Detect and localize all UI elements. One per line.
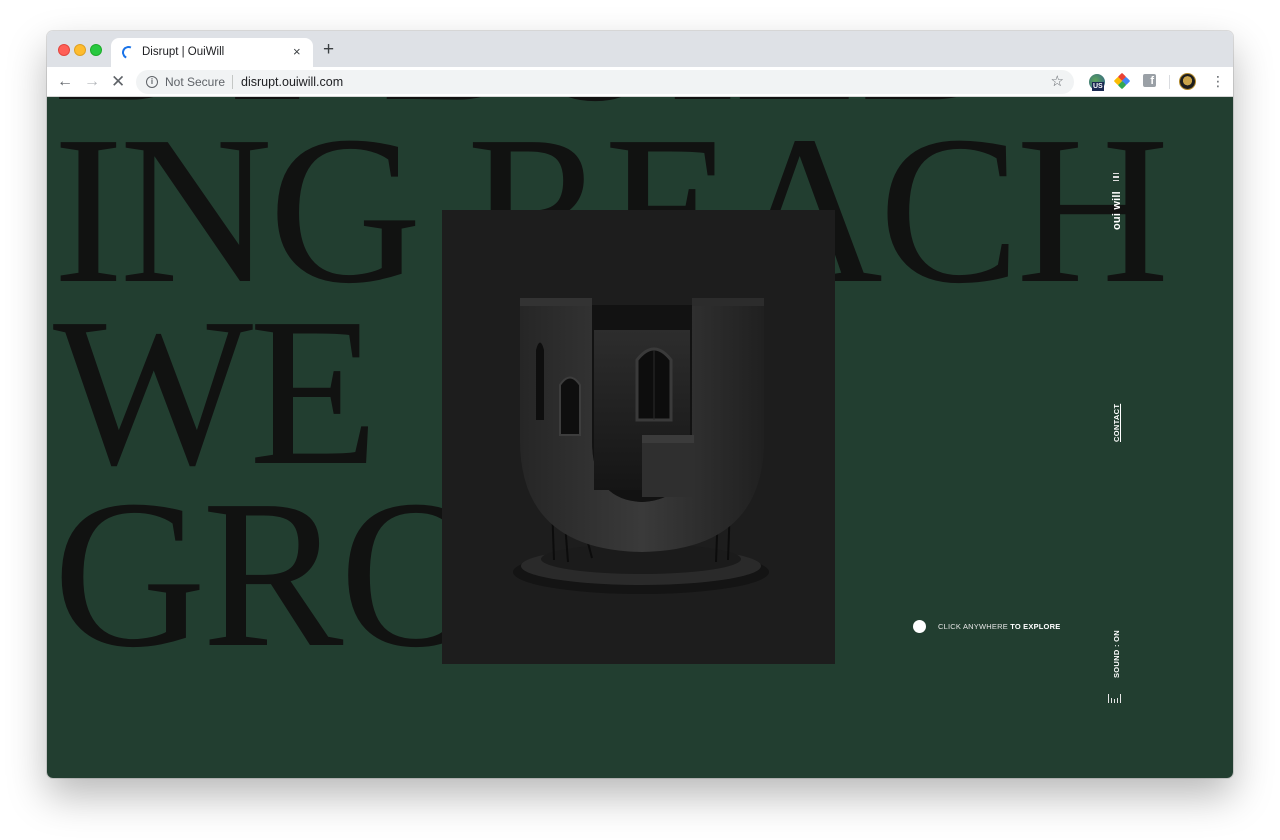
toolbar-separator — [1169, 75, 1170, 89]
menu-icon[interactable] — [1113, 173, 1119, 181]
url-text[interactable]: disrupt.ouiwill.com — [241, 75, 343, 89]
site-logo[interactable]: oui will — [1111, 191, 1123, 230]
pinwheel-extension-icon[interactable] — [1113, 72, 1131, 90]
page-viewport[interactable]: BY BUILD- ING REACH WE GROW — [47, 97, 1233, 778]
minimize-window-button[interactable] — [74, 44, 86, 56]
explore-text: CLICK ANYWHERE TO EXPLORE — [938, 622, 1060, 631]
explore-prefix: CLICK ANYWHERE — [938, 622, 1008, 631]
new-tab-button[interactable]: + — [323, 40, 334, 60]
info-icon[interactable]: i — [146, 76, 158, 88]
contact-link[interactable]: CONTACT — [1112, 404, 1121, 442]
sound-toggle[interactable]: SOUND : ON — [1112, 630, 1121, 678]
loading-spinner-icon — [120, 44, 137, 61]
star-icon[interactable]: ☆ — [1051, 72, 1064, 90]
browser-window: Disrupt | OuiWill × + ← → ✕ i Not Secure… — [47, 31, 1233, 778]
sound-wave-icon[interactable] — [1108, 694, 1122, 703]
tab-strip: Disrupt | OuiWill × + — [47, 31, 1233, 67]
cursor-dot-icon — [913, 620, 926, 633]
hero-artwork[interactable] — [442, 210, 835, 664]
globe-extension-icon[interactable]: US — [1089, 74, 1105, 91]
close-tab-icon[interactable]: × — [293, 44, 301, 60]
address-separator — [232, 75, 233, 89]
kebab-menu-icon[interactable]: ⋮ — [1211, 72, 1225, 90]
close-window-button[interactable] — [58, 44, 70, 56]
explore-emphasis: TO EXPLORE — [1010, 622, 1061, 631]
zoom-window-button[interactable] — [90, 44, 102, 56]
tab-disrupt[interactable]: Disrupt | OuiWill × — [111, 38, 313, 67]
security-label[interactable]: Not Secure — [165, 75, 225, 89]
u-sculpture-image — [513, 298, 769, 594]
stop-icon[interactable]: ✕ — [111, 72, 125, 92]
avatar[interactable] — [1179, 73, 1196, 90]
browser-toolbar: ← → ✕ i Not Secure disrupt.ouiwill.com ☆… — [47, 67, 1233, 97]
tab-title: Disrupt | OuiWill — [142, 46, 225, 58]
back-arrow-icon[interactable]: ← — [57, 72, 73, 92]
facebook-extension-icon[interactable]: f — [1143, 74, 1156, 87]
globe-extension-badge: US — [1092, 82, 1104, 91]
address-bar[interactable]: i Not Secure disrupt.ouiwill.com ☆ — [136, 70, 1074, 94]
forward-arrow-icon[interactable]: → — [84, 72, 100, 92]
